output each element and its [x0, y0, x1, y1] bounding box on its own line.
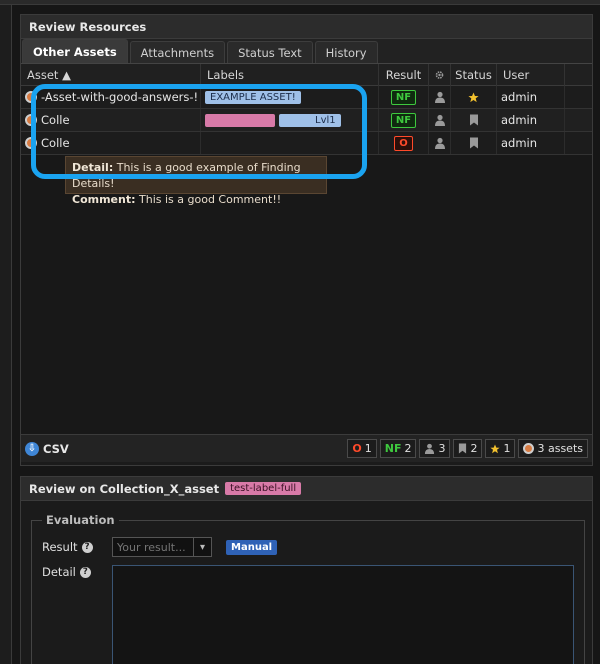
bookmark-icon [469, 137, 478, 149]
open-count-stat: O 1 [347, 439, 377, 458]
asset-icon [25, 114, 37, 126]
asset-label-tag: test-label-full [225, 482, 302, 495]
grid-footer: ⇩ CSV O 1 NF 2 3 2 1 3 assets [21, 434, 592, 462]
help-icon[interactable]: ? [79, 566, 91, 578]
user-count-stat: 3 [419, 439, 451, 458]
user-name: admin [497, 86, 565, 108]
user-name: admin [497, 132, 565, 154]
column-header-user[interactable]: User [497, 64, 565, 86]
user-icon [425, 443, 435, 454]
user-name: admin [497, 109, 565, 131]
asset-name: Colle [41, 113, 70, 127]
bookmark-icon [459, 443, 467, 454]
open-count: 1 [364, 442, 372, 455]
result-field-label: Result [42, 540, 78, 554]
column-header-result[interactable]: Result [379, 64, 429, 86]
table-row[interactable]: Colle Lvl1 NF admin [21, 109, 592, 132]
tab-attachments[interactable]: Attachments [129, 41, 226, 63]
tab-status-text[interactable]: Status Text [227, 41, 313, 63]
resource-tabs: Other Assets Attachments Status Text His… [21, 39, 592, 64]
star-count: 1 [503, 442, 511, 455]
review-panel-header: Review on Collection_X_asset test-label-… [21, 477, 592, 501]
asset-icon [523, 443, 535, 454]
asset-label: Lvl1 [279, 113, 341, 127]
result-select[interactable]: ▾ [112, 537, 212, 557]
user-count: 3 [438, 442, 446, 455]
column-header-spacer [565, 64, 592, 86]
star-icon [468, 92, 479, 102]
left-navigation-rail [0, 5, 12, 664]
asset-label [205, 113, 275, 127]
column-header-asset[interactable]: Asset ▲ [21, 64, 201, 86]
csv-export-button[interactable]: ⇩ CSV [25, 441, 69, 456]
evaluation-fieldset: Evaluation Result ? ▾ Manual Detail ? [31, 513, 585, 664]
saved-count: 2 [470, 442, 478, 455]
tooltip-comment-label: Comment: [72, 193, 136, 206]
column-header-engine[interactable] [429, 64, 451, 86]
saved-count-stat: 2 [453, 439, 483, 458]
nf-count-stat: NF 2 [379, 439, 417, 458]
result-badge: NF [390, 112, 417, 128]
star-icon [490, 444, 501, 453]
bookmark-icon [469, 114, 478, 126]
star-count-stat: 1 [485, 439, 516, 458]
nf-count: 2 [404, 442, 412, 455]
tooltip-detail-label: Detail: [72, 161, 114, 174]
review-resources-panel: Review Resources Other Assets Attachment… [20, 14, 593, 466]
user-icon [434, 137, 445, 149]
user-icon [434, 114, 445, 126]
asset-icon [25, 91, 37, 103]
column-header-status[interactable]: Status [451, 64, 497, 86]
detail-textarea[interactable] [112, 565, 574, 664]
asset-name: Colle [41, 136, 70, 150]
asset-label: EXAMPLE ASSET! [205, 90, 301, 104]
top-bar [0, 0, 600, 5]
grid-header: Asset ▲ Labels Result Status User [21, 64, 592, 86]
result-badge: O [394, 135, 413, 151]
gear-icon [435, 71, 444, 79]
csv-label: CSV [43, 441, 69, 456]
nf-result-label: NF [384, 442, 402, 455]
user-icon [434, 91, 445, 103]
download-icon: ⇩ [25, 441, 39, 456]
tab-other-assets[interactable]: Other Assets [22, 39, 128, 63]
chevron-down-icon[interactable]: ▾ [193, 538, 211, 556]
panel-title: Review Resources [21, 15, 592, 39]
help-icon[interactable]: ? [81, 541, 93, 553]
column-header-labels[interactable]: Labels [201, 64, 379, 86]
review-panel-title: Review on Collection_X_asset [29, 481, 220, 496]
result-input[interactable] [113, 540, 193, 554]
evaluation-legend: Evaluation [46, 513, 115, 527]
result-badge: NF [390, 89, 417, 105]
table-row[interactable]: -Asset-with-good-answers-! EXAMPLE ASSET… [21, 86, 592, 109]
other-assets-grid: Asset ▲ Labels Result Status User -Asset… [21, 64, 592, 434]
tab-history[interactable]: History [314, 41, 378, 63]
review-panel: Review on Collection_X_asset test-label-… [20, 476, 593, 664]
detail-field-label: Detail [42, 565, 76, 579]
asset-icon [25, 137, 37, 149]
manual-badge: Manual [226, 539, 278, 555]
asset-count-stat: 3 assets [518, 439, 588, 458]
table-row[interactable]: Colle O admin [21, 132, 592, 155]
open-result-label: O [352, 442, 362, 455]
tooltip-comment-text: This is a good Comment!! [139, 193, 282, 206]
finding-tooltip: Detail: This is a good example of Findin… [65, 156, 327, 206]
asset-name: -Asset-with-good-answers-! [41, 90, 199, 104]
asset-count: 3 assets [537, 442, 583, 455]
